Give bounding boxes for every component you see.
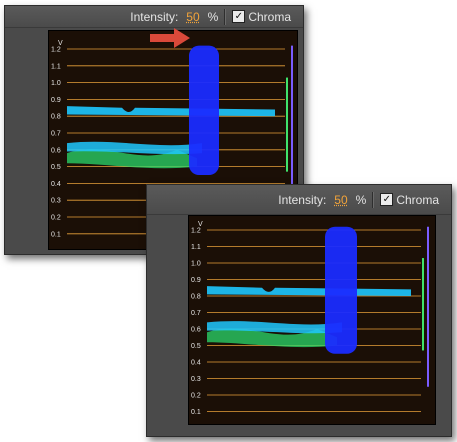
axis-tick-label: 0.3 — [51, 198, 61, 205]
chroma-checkbox[interactable]: ✓ — [232, 10, 246, 23]
blue-chroma-blob — [189, 45, 219, 175]
chroma-label: Chroma — [396, 192, 439, 207]
y-axis-labels: V1.21.11.00.90.80.70.60.50.40.30.20.1 — [51, 40, 63, 238]
waveform-traces — [207, 226, 429, 387]
y-axis-labels: V1.21.11.00.90.80.70.60.50.40.30.20.1 — [191, 221, 203, 416]
axis-tick-label: 1.0 — [191, 261, 201, 268]
intensity-unit: % — [207, 9, 219, 24]
intensity-value[interactable]: 50 — [184, 10, 201, 24]
axis-tick-label: 0.1 — [191, 409, 201, 416]
chroma-toggle[interactable]: ✓ Chroma — [380, 193, 439, 207]
waveform-graph: V1.21.11.00.90.80.70.60.50.40.30.20.1 — [191, 221, 429, 416]
axis-tick-label: 0.6 — [191, 327, 201, 334]
scope-toolbar: Intensity: 50 % ✓ Chroma — [5, 6, 303, 28]
axis-tick-label: 0.8 — [51, 114, 61, 121]
scope-toolbar: Intensity: 50 % ✓ Chroma — [147, 185, 451, 215]
axis-tick-label: 1.1 — [51, 63, 61, 70]
chroma-toggle[interactable]: ✓ Chroma — [232, 10, 291, 24]
graticule — [207, 229, 421, 412]
axis-tick-label: 0.8 — [191, 294, 201, 301]
blue-chroma-blob — [325, 226, 357, 354]
axis-tick-label: 0.4 — [191, 360, 201, 367]
axis-tick-label: 1.2 — [191, 228, 201, 235]
axis-tick-label: 0.9 — [191, 277, 201, 284]
axis-tick-label: 0.7 — [51, 131, 61, 138]
luma-trace-high — [67, 106, 275, 117]
intensity-label: Intensity: — [130, 9, 179, 24]
axis-tick-label: 0.2 — [191, 393, 201, 400]
intensity-label: Intensity: — [278, 192, 327, 207]
axis-tick-label: 0.9 — [51, 97, 61, 104]
axis-tick-label: 0.7 — [191, 310, 201, 317]
axis-tick-label: 0.2 — [51, 215, 61, 222]
axis-tick-label: 0.5 — [191, 343, 201, 350]
axis-tick-label: 0.1 — [51, 231, 61, 238]
toolbar-divider — [372, 191, 375, 208]
chroma-label: Chroma — [248, 9, 291, 24]
red-arrow-icon — [150, 28, 190, 48]
axis-tick-label: 1.2 — [51, 47, 61, 54]
scope-panel-front: Intensity: 50 % ✓ Chroma V 1.2 1.1 1.0 0.9 0.… — [146, 184, 452, 437]
axis-tick-label: 0.3 — [191, 376, 201, 383]
axis-tick-label: 0.5 — [51, 164, 61, 171]
intensity-unit: % — [355, 192, 367, 207]
axis-tick-label: 0.4 — [51, 181, 61, 188]
intensity-value[interactable]: 50 — [332, 193, 349, 207]
waveform-scope: V 1.2 1.1 1.0 0.9 0.8 0.7 0.6 0.5 0.4 0.3 0.2 0.1 — [188, 215, 436, 425]
chroma-checkbox[interactable]: ✓ — [380, 193, 394, 206]
luma-trace-high — [207, 286, 411, 296]
axis-tick-label: 0.6 — [51, 147, 61, 154]
toolbar-divider — [224, 8, 227, 25]
axis-tick-label: 1.1 — [191, 244, 201, 251]
axis-tick-label: 1.0 — [51, 80, 61, 87]
